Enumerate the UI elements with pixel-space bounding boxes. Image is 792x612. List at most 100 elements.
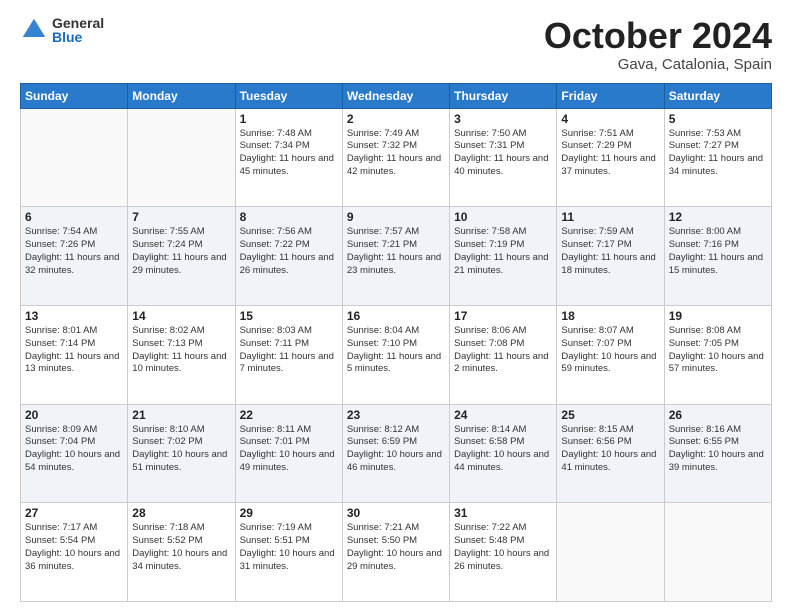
day-number: 12 bbox=[669, 210, 767, 224]
calendar-cell: 28 Sunrise: 7:18 AM Sunset: 5:52 PM Dayli… bbox=[128, 503, 235, 602]
day-detail: Sunrise: 8:10 AM Sunset: 7:02 PM Dayligh… bbox=[132, 424, 230, 475]
day-number: 31 bbox=[454, 506, 552, 520]
calendar-cell: 2Sunrise: 7:49 AM Sunset: 7:32 PM Daylig… bbox=[342, 108, 449, 207]
calendar-cell: 10 Sunrise: 7:58 AM Sunset: 7:19 PM Dayli… bbox=[450, 207, 557, 306]
calendar-cell: 21 Sunrise: 8:10 AM Sunset: 7:02 PM Dayli… bbox=[128, 404, 235, 503]
day-detail: Sunrise: 8:03 AM Sunset: 7:11 PM Dayligh… bbox=[240, 325, 338, 376]
day-number: 15 bbox=[240, 309, 338, 323]
calendar-cell: 7Sunrise: 7:55 AM Sunset: 7:24 PM Daylig… bbox=[128, 207, 235, 306]
day-detail: Sunrise: 7:18 AM Sunset: 5:52 PM Dayligh… bbox=[132, 522, 230, 573]
calendar-cell: 8 Sunrise: 7:56 AM Sunset: 7:22 PM Daylig… bbox=[235, 207, 342, 306]
day-detail: Sunrise: 7:57 AM Sunset: 7:21 PM Dayligh… bbox=[347, 226, 445, 277]
calendar-cell: 26 Sunrise: 8:16 AM Sunset: 6:55 PM Dayli… bbox=[664, 404, 771, 503]
day-detail: Sunrise: 7:54 AM Sunset: 7:26 PM Dayligh… bbox=[25, 226, 123, 277]
calendar-cell: 17Sunrise: 8:06 AM Sunset: 7:08 PM Dayli… bbox=[450, 305, 557, 404]
day-number: 14 bbox=[132, 309, 230, 323]
logo-text: General Blue bbox=[52, 16, 104, 44]
day-detail: Sunrise: 7:48 AM Sunset: 7:34 PM Dayligh… bbox=[240, 128, 338, 179]
day-detail: Sunrise: 8:08 AM Sunset: 7:05 PM Dayligh… bbox=[669, 325, 767, 376]
day-detail: Sunrise: 7:50 AM Sunset: 7:31 PM Dayligh… bbox=[454, 128, 552, 179]
calendar-cell: 19 Sunrise: 8:08 AM Sunset: 7:05 PM Dayli… bbox=[664, 305, 771, 404]
logo-blue-text: Blue bbox=[52, 30, 104, 44]
day-detail: Sunrise: 8:11 AM Sunset: 7:01 PM Dayligh… bbox=[240, 424, 338, 475]
week-row-4: 20 Sunrise: 8:09 AM Sunset: 7:04 PM Dayli… bbox=[21, 404, 772, 503]
day-number: 3 bbox=[454, 112, 552, 126]
day-detail: Sunrise: 8:15 AM Sunset: 6:56 PM Dayligh… bbox=[561, 424, 659, 475]
day-detail: Sunrise: 7:22 AM Sunset: 5:48 PM Dayligh… bbox=[454, 522, 552, 573]
day-detail: Sunrise: 7:58 AM Sunset: 7:19 PM Dayligh… bbox=[454, 226, 552, 277]
day-number: 11 bbox=[561, 210, 659, 224]
day-number: 24 bbox=[454, 408, 552, 422]
calendar-cell: 31 Sunrise: 7:22 AM Sunset: 5:48 PM Dayli… bbox=[450, 503, 557, 602]
calendar-cell: 15 Sunrise: 8:03 AM Sunset: 7:11 PM Dayli… bbox=[235, 305, 342, 404]
day-detail: Sunrise: 8:09 AM Sunset: 7:04 PM Dayligh… bbox=[25, 424, 123, 475]
day-number: 1 bbox=[240, 112, 338, 126]
calendar-table: SundayMondayTuesdayWednesdayThursdayFrid… bbox=[20, 83, 772, 602]
day-number: 18 bbox=[561, 309, 659, 323]
calendar-cell: 4Sunrise: 7:51 AM Sunset: 7:29 PM Daylig… bbox=[557, 108, 664, 207]
day-number: 2 bbox=[347, 112, 445, 126]
week-row-1: 1 Sunrise: 7:48 AM Sunset: 7:34 PM Daylig… bbox=[21, 108, 772, 207]
calendar-cell bbox=[128, 108, 235, 207]
day-number: 5 bbox=[669, 112, 767, 126]
day-detail: Sunrise: 7:59 AM Sunset: 7:17 PM Dayligh… bbox=[561, 226, 659, 277]
header: General Blue October 2024 Gava, Cataloni… bbox=[20, 16, 772, 73]
calendar-cell: 25 Sunrise: 8:15 AM Sunset: 6:56 PM Dayli… bbox=[557, 404, 664, 503]
day-number: 8 bbox=[240, 210, 338, 224]
day-number: 17 bbox=[454, 309, 552, 323]
day-number: 21 bbox=[132, 408, 230, 422]
weekday-header-wednesday: Wednesday bbox=[342, 83, 449, 108]
day-detail: Sunrise: 8:14 AM Sunset: 6:58 PM Dayligh… bbox=[454, 424, 552, 475]
calendar-body: 1 Sunrise: 7:48 AM Sunset: 7:34 PM Daylig… bbox=[21, 108, 772, 601]
calendar-cell bbox=[21, 108, 128, 207]
day-number: 25 bbox=[561, 408, 659, 422]
day-detail: Sunrise: 7:21 AM Sunset: 5:50 PM Dayligh… bbox=[347, 522, 445, 573]
logo: General Blue bbox=[20, 16, 104, 44]
day-detail: Sunrise: 7:56 AM Sunset: 7:22 PM Dayligh… bbox=[240, 226, 338, 277]
page: General Blue October 2024 Gava, Cataloni… bbox=[0, 0, 792, 612]
day-number: 19 bbox=[669, 309, 767, 323]
day-detail: Sunrise: 7:53 AM Sunset: 7:27 PM Dayligh… bbox=[669, 128, 767, 179]
day-number: 16 bbox=[347, 309, 445, 323]
day-number: 4 bbox=[561, 112, 659, 126]
calendar-cell: 11 Sunrise: 7:59 AM Sunset: 7:17 PM Dayli… bbox=[557, 207, 664, 306]
calendar-cell: 1 Sunrise: 7:48 AM Sunset: 7:34 PM Daylig… bbox=[235, 108, 342, 207]
day-number: 20 bbox=[25, 408, 123, 422]
week-row-3: 13 Sunrise: 8:01 AM Sunset: 7:14 PM Dayli… bbox=[21, 305, 772, 404]
day-detail: Sunrise: 8:02 AM Sunset: 7:13 PM Dayligh… bbox=[132, 325, 230, 376]
calendar-cell: 24 Sunrise: 8:14 AM Sunset: 6:58 PM Dayli… bbox=[450, 404, 557, 503]
weekday-header-thursday: Thursday bbox=[450, 83, 557, 108]
day-detail: Sunrise: 8:16 AM Sunset: 6:55 PM Dayligh… bbox=[669, 424, 767, 475]
calendar-cell bbox=[557, 503, 664, 602]
day-number: 6 bbox=[25, 210, 123, 224]
day-number: 28 bbox=[132, 506, 230, 520]
day-detail: Sunrise: 8:00 AM Sunset: 7:16 PM Dayligh… bbox=[669, 226, 767, 277]
logo-general-text: General bbox=[52, 16, 104, 30]
day-number: 29 bbox=[240, 506, 338, 520]
calendar-cell: 30Sunrise: 7:21 AM Sunset: 5:50 PM Dayli… bbox=[342, 503, 449, 602]
week-row-5: 27Sunrise: 7:17 AM Sunset: 5:54 PM Dayli… bbox=[21, 503, 772, 602]
calendar-cell: 12 Sunrise: 8:00 AM Sunset: 7:16 PM Dayli… bbox=[664, 207, 771, 306]
day-number: 26 bbox=[669, 408, 767, 422]
calendar-cell: 3 Sunrise: 7:50 AM Sunset: 7:31 PM Daylig… bbox=[450, 108, 557, 207]
calendar-cell: 16 Sunrise: 8:04 AM Sunset: 7:10 PM Dayli… bbox=[342, 305, 449, 404]
weekday-header-monday: Monday bbox=[128, 83, 235, 108]
day-detail: Sunrise: 8:04 AM Sunset: 7:10 PM Dayligh… bbox=[347, 325, 445, 376]
day-number: 22 bbox=[240, 408, 338, 422]
day-detail: Sunrise: 8:12 AM Sunset: 6:59 PM Dayligh… bbox=[347, 424, 445, 475]
day-number: 9 bbox=[347, 210, 445, 224]
calendar-cell bbox=[664, 503, 771, 602]
day-number: 10 bbox=[454, 210, 552, 224]
calendar-cell: 9 Sunrise: 7:57 AM Sunset: 7:21 PM Daylig… bbox=[342, 207, 449, 306]
week-row-2: 6 Sunrise: 7:54 AM Sunset: 7:26 PM Daylig… bbox=[21, 207, 772, 306]
calendar-cell: 6 Sunrise: 7:54 AM Sunset: 7:26 PM Daylig… bbox=[21, 207, 128, 306]
weekday-header-tuesday: Tuesday bbox=[235, 83, 342, 108]
calendar-cell: 29 Sunrise: 7:19 AM Sunset: 5:51 PM Dayli… bbox=[235, 503, 342, 602]
day-detail: Sunrise: 7:19 AM Sunset: 5:51 PM Dayligh… bbox=[240, 522, 338, 573]
calendar-cell: 14 Sunrise: 8:02 AM Sunset: 7:13 PM Dayli… bbox=[128, 305, 235, 404]
calendar-cell: 22 Sunrise: 8:11 AM Sunset: 7:01 PM Dayli… bbox=[235, 404, 342, 503]
calendar-cell: 5 Sunrise: 7:53 AM Sunset: 7:27 PM Daylig… bbox=[664, 108, 771, 207]
day-number: 13 bbox=[25, 309, 123, 323]
calendar-cell: 23Sunrise: 8:12 AM Sunset: 6:59 PM Dayli… bbox=[342, 404, 449, 503]
day-detail: Sunrise: 8:01 AM Sunset: 7:14 PM Dayligh… bbox=[25, 325, 123, 376]
